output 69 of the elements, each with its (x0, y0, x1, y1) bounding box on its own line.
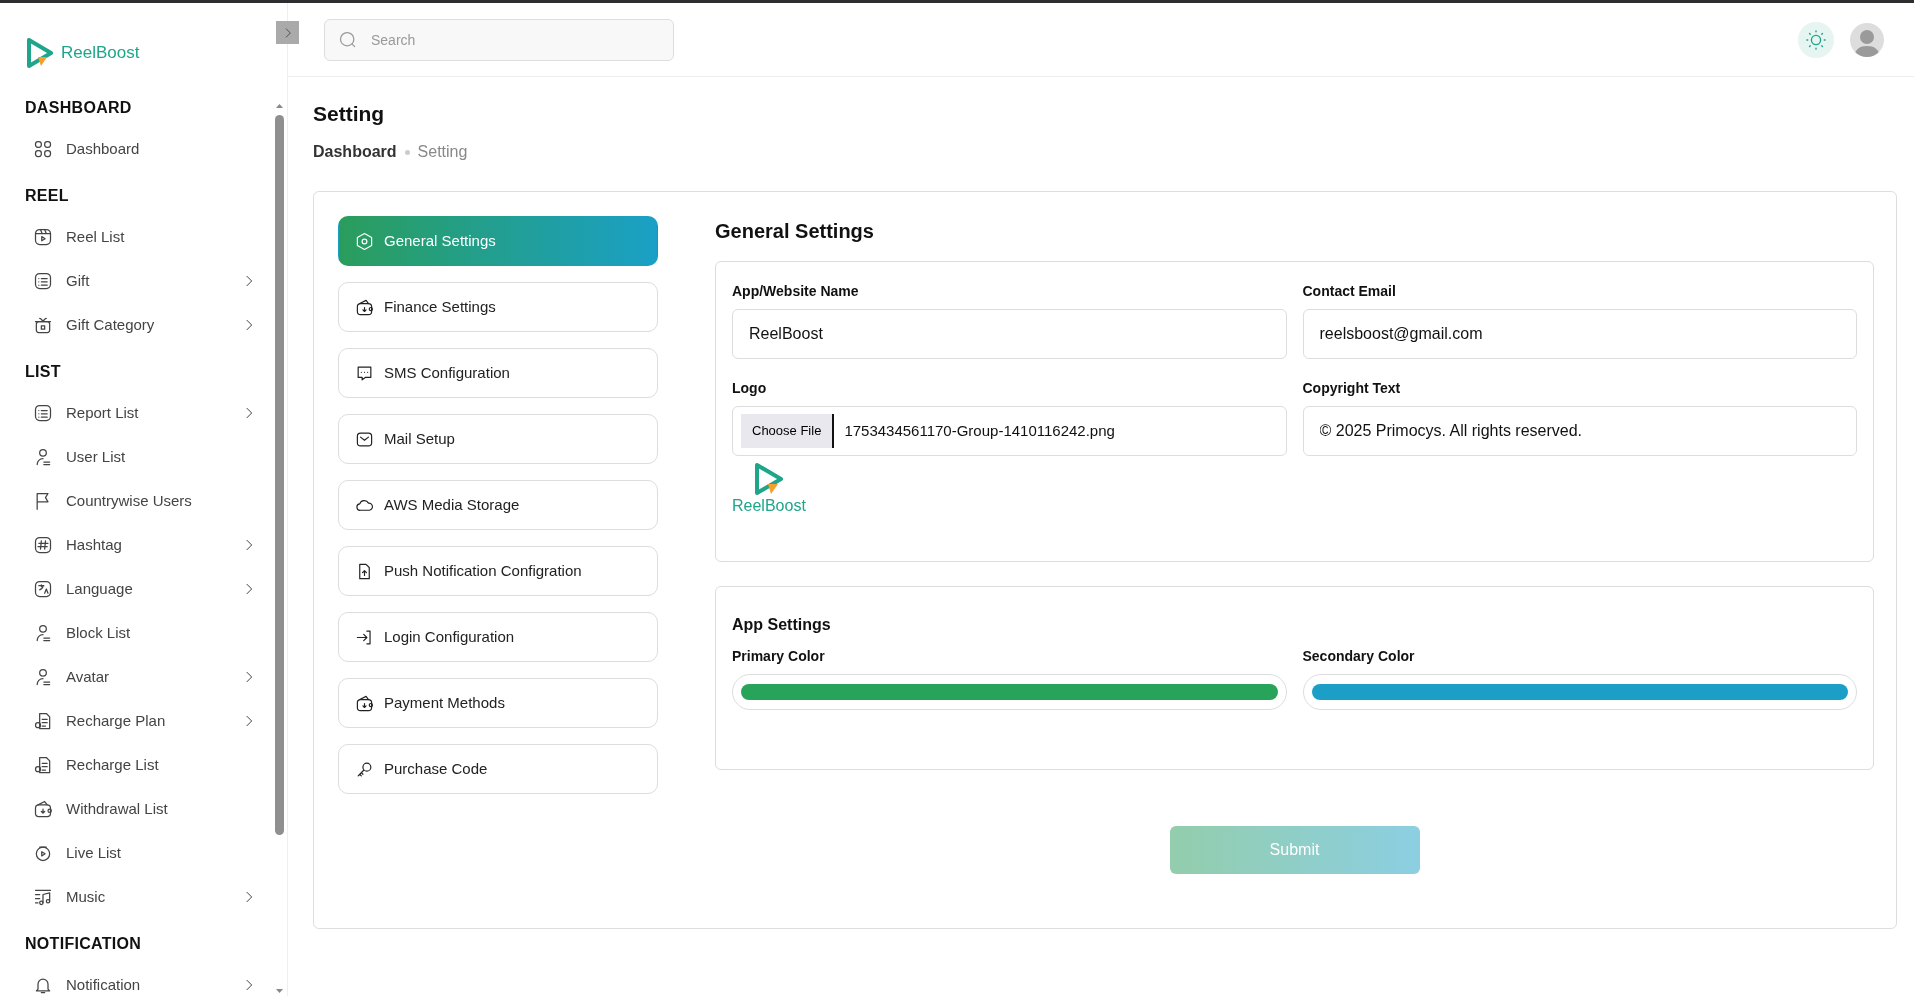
section-title: General Settings (715, 219, 875, 244)
field-label: Copyright Text (1302, 379, 1401, 399)
document-icon (33, 711, 53, 731)
section-heading: DASHBOARD (25, 98, 133, 118)
translate-icon (33, 579, 53, 599)
settings-tab[interactable]: Login Configuration (338, 612, 658, 663)
list-icon (33, 403, 53, 423)
wallet-icon (33, 799, 53, 819)
sidebar-item[interactable]: Avatar (25, 655, 257, 699)
sidebar-item[interactable]: Language (25, 567, 257, 611)
input-field[interactable]: ReelBoost (732, 309, 1287, 360)
music-icon (33, 887, 53, 907)
file-input[interactable]: Choose File 1753434561170-Group-1410116242.png (732, 406, 1287, 457)
settings-tab[interactable]: Mail Setup (338, 414, 658, 465)
sidebar-item[interactable]: User List (25, 435, 257, 479)
sidebar-item[interactable]: Dashboard (25, 127, 257, 171)
search-field[interactable]: Search (324, 18, 674, 61)
logo-icon (27, 38, 53, 68)
sidebar-item[interactable]: Countrywise Users (25, 479, 257, 523)
settings-icon (355, 231, 374, 251)
sidebar-item[interactable]: Gift (25, 259, 257, 303)
sidebar-item[interactable]: Reel List (25, 215, 257, 259)
wallet-icon (355, 693, 374, 713)
list-icon (33, 271, 53, 291)
grid-icon (33, 139, 53, 159)
input-field[interactable]: reelsboost@gmail.com (1302, 309, 1857, 360)
field-label: Logo (732, 379, 767, 399)
sidebar-item[interactable]: Withdrawal List (25, 787, 257, 831)
breadcrumb-current: Setting (417, 142, 468, 163)
choose-file-button[interactable]: Choose File (741, 414, 835, 449)
settings-tab[interactable]: Payment Methods (338, 678, 658, 729)
sidebar-item[interactable]: Recharge Plan (25, 699, 257, 743)
input-field[interactable]: © 2025 Primocys. All rights reserved. (1302, 406, 1857, 457)
sidebar-item[interactable]: Live List (25, 831, 257, 875)
section-heading: LIST (25, 362, 62, 382)
file-name: 1753434561170-Group-1410116242.png (844, 420, 1115, 441)
section-heading: NOTIFICATION (25, 934, 143, 954)
sidebar-item[interactable]: Report List (25, 391, 257, 435)
sidebar-item[interactable]: Block List (25, 611, 257, 655)
settings-tab[interactable]: Purchase Code (338, 744, 658, 795)
sidebar-item[interactable]: Music (25, 875, 257, 919)
wallet-icon (355, 297, 374, 317)
panel-title: App Settings (732, 615, 832, 636)
sidebar-item[interactable]: Hashtag (25, 523, 257, 567)
sidebar-item[interactable]: Recharge List (25, 743, 257, 787)
settings-tab[interactable]: Finance Settings (338, 282, 658, 333)
settings-tab[interactable]: Push Notification Configration (338, 546, 658, 597)
field-label: Secondary Color (1302, 647, 1415, 667)
theme-toggle-button[interactable] (1798, 21, 1834, 58)
field-label: App/Website Name (732, 282, 859, 302)
brand-name: ReelBoost (61, 42, 140, 65)
scrollbar[interactable] (275, 103, 284, 996)
settings-tab[interactable]: SMS Configuration (338, 348, 658, 399)
avatar[interactable] (1850, 22, 1884, 57)
field-label: Contact Email (1302, 282, 1396, 302)
settings-tab[interactable]: AWS Media Storage (338, 480, 658, 531)
hashtag-icon (33, 535, 53, 555)
gift-icon (33, 315, 53, 335)
page-title: Setting (313, 101, 386, 127)
sidebar-item[interactable]: Gift Category (25, 303, 257, 347)
sun-icon (1805, 28, 1827, 51)
section-heading: REEL (25, 186, 70, 206)
breadcrumb-link[interactable]: Dashboard (313, 140, 397, 165)
field-label: Primary Color (732, 647, 825, 667)
logo-text: ReelBoost (732, 498, 806, 515)
breadcrumb-separator (404, 149, 410, 155)
sidebar-item[interactable]: Notification (25, 963, 257, 996)
document-icon (33, 755, 53, 775)
video-icon (33, 227, 53, 247)
